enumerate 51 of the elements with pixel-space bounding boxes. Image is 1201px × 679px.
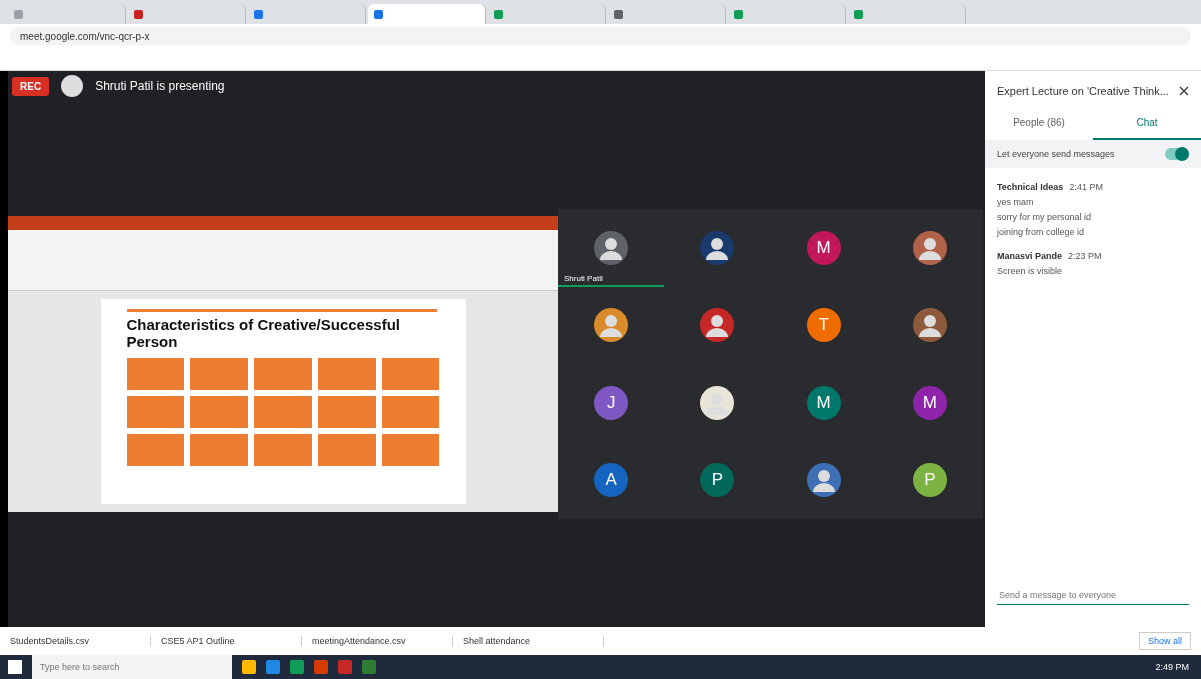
avatar-icon <box>61 75 84 97</box>
close-button[interactable] <box>1179 86 1189 96</box>
slide-title: Characteristics of Creative/Successful Person <box>126 309 437 350</box>
slide-tile <box>381 396 440 428</box>
taskbar-app-icon[interactable] <box>242 660 256 674</box>
download-item[interactable]: CSE5 AP1 Outline <box>161 636 302 646</box>
message-text: joining from college id <box>997 227 1086 237</box>
slide-tile <box>317 396 376 428</box>
search-field[interactable]: Type here to search <box>32 655 232 679</box>
participant-initial: M <box>912 385 947 420</box>
message-text: yes mam <box>997 197 1035 207</box>
meeting-title: Expert Lecture on 'Creative Think... <box>997 85 1169 97</box>
sender-name: Manasvi Pande <box>997 251 1063 261</box>
address-bar[interactable]: meet.google.com/vnc-qcr-p-x <box>10 27 1191 45</box>
sender-name: Technical Ideas <box>997 182 1064 192</box>
message-time: 2:41 PM <box>1069 182 1103 192</box>
download-item[interactable]: Shell attendance <box>463 636 604 646</box>
message-text: Screen is visible <box>997 266 1064 276</box>
slide-tile <box>317 358 376 390</box>
participant-initial: M <box>806 385 841 420</box>
participant-initial: J <box>594 385 629 420</box>
slide-tile <box>126 434 185 466</box>
slide-tile <box>381 434 440 466</box>
download-item[interactable]: StudentsDetails.csv <box>10 636 151 646</box>
slide-tile <box>190 434 249 466</box>
slide-tile <box>381 358 440 390</box>
panel-tab[interactable]: People (86) <box>985 107 1093 140</box>
browser-tab[interactable] <box>368 4 486 24</box>
participant-name: Shruti Patil <box>564 273 603 283</box>
participant-initial: T <box>806 308 841 343</box>
participant-initial: P <box>912 463 947 498</box>
presenter-text: Shruti Patil is presenting <box>95 79 225 93</box>
toggle-switch[interactable] <box>1165 148 1189 160</box>
slide-tile <box>254 434 312 466</box>
slide-tile <box>254 396 312 428</box>
participant-initial: P <box>700 463 735 498</box>
message-time: 2:23 PM <box>1068 251 1102 261</box>
slide-tile <box>126 396 185 428</box>
slide-tile <box>190 358 249 390</box>
slide-tile <box>254 358 312 390</box>
download-item[interactable]: meetingAttendance.csv <box>312 636 453 646</box>
slide-tile <box>190 396 249 428</box>
message-text: sorry for my personal id <box>997 212 1093 222</box>
participant-initial: A <box>594 463 629 498</box>
slide-tile <box>126 358 185 390</box>
participant-initial: M <box>806 230 841 265</box>
slide-tile <box>317 434 376 466</box>
recording-badge: REC <box>12 76 50 96</box>
clock-text: 2:49 PM <box>1155 662 1189 672</box>
setting-label: Let everyone send messages <box>997 149 1115 159</box>
show-all-button[interactable]: Show all <box>1138 632 1191 650</box>
